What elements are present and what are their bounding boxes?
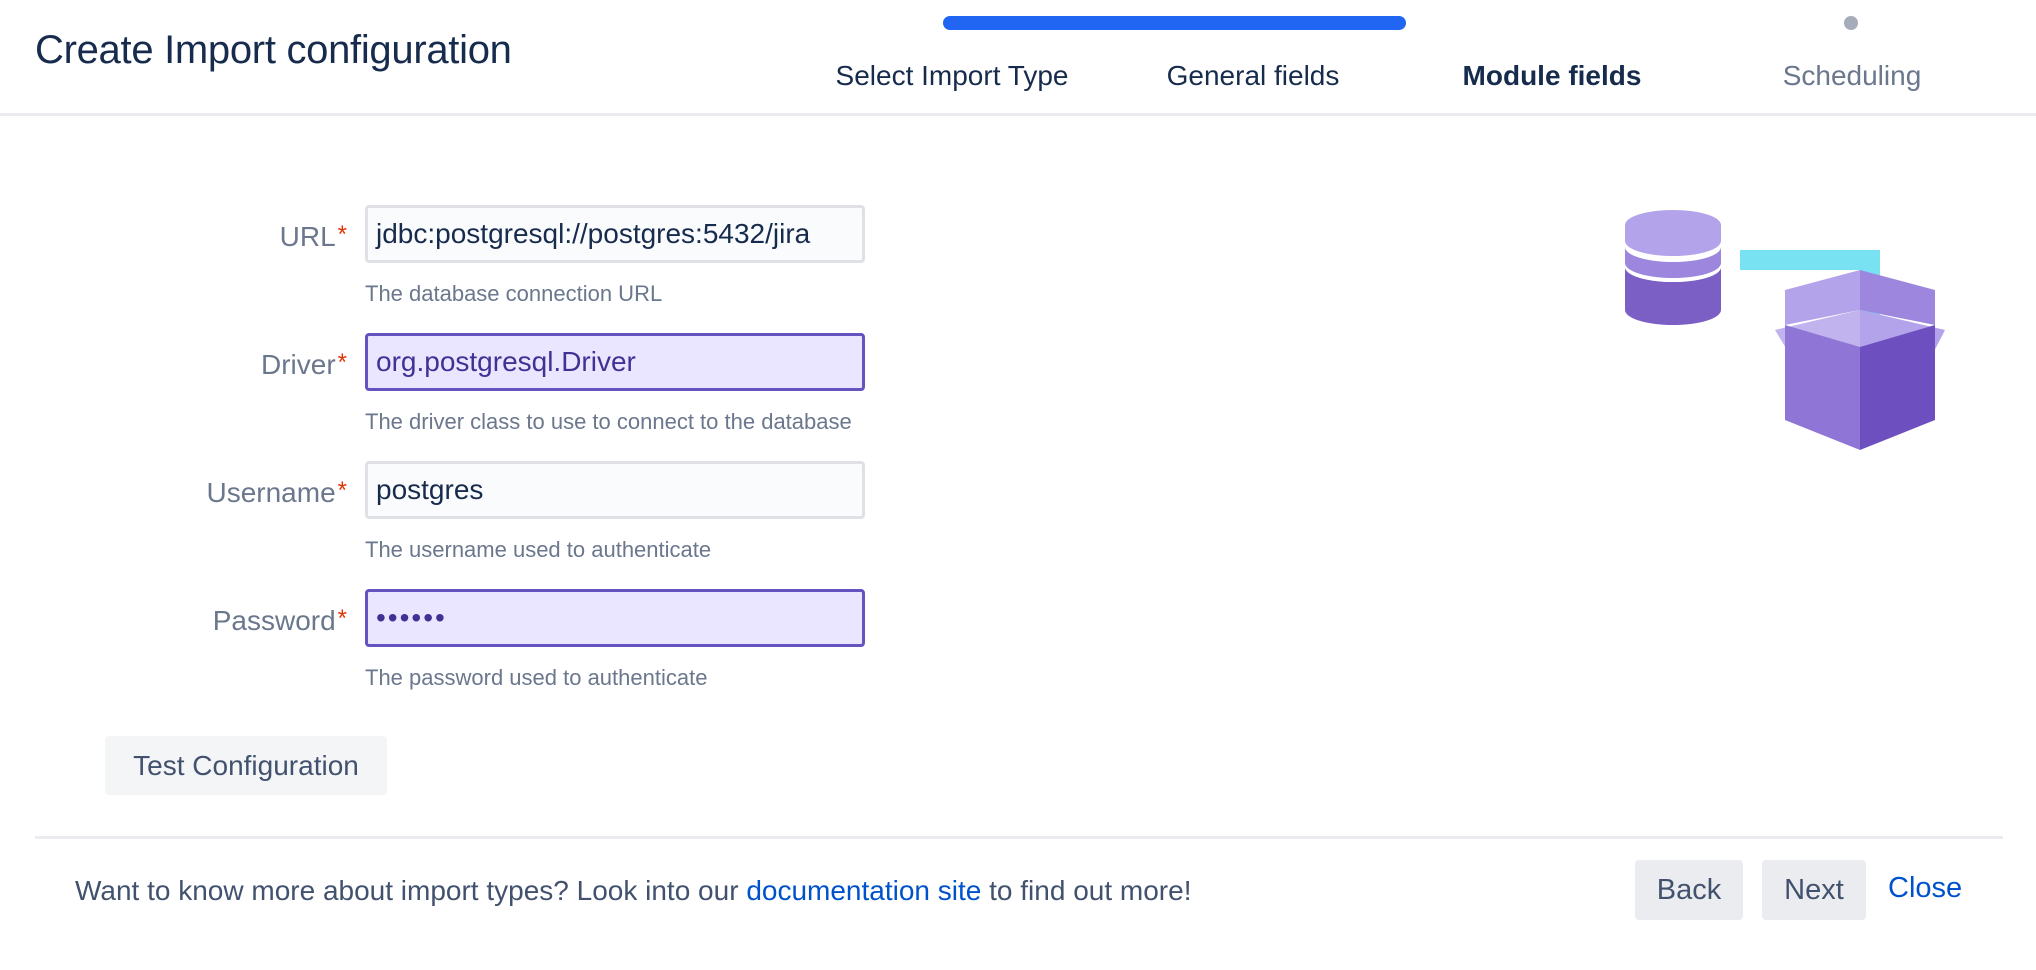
- progress-track: [943, 16, 1560, 30]
- open-box-icon: [1775, 270, 1945, 450]
- url-label: URL*: [279, 221, 347, 252]
- required-marker: *: [337, 349, 347, 376]
- password-label: Password*: [212, 605, 347, 636]
- step-scheduling: Scheduling: [1782, 60, 1922, 91]
- footer-divider: [35, 836, 2003, 839]
- step-select-import-type: Select Import Type: [835, 60, 1069, 91]
- username-input[interactable]: postgres: [365, 461, 865, 519]
- username-help-text: The username used to authenticate: [365, 537, 712, 562]
- driver-help-text: The driver class to use to connect to th…: [365, 409, 852, 434]
- password-help-text: The password used to authenticate: [365, 665, 708, 690]
- header: Create Import configuration Select Impor…: [0, 0, 2036, 116]
- driver-input[interactable]: org.postgresql.Driver: [365, 333, 865, 391]
- required-marker: *: [337, 221, 347, 248]
- step-general-fields: General fields: [1166, 60, 1340, 91]
- documentation-site-link[interactable]: documentation site: [746, 875, 981, 906]
- username-label: Username*: [206, 477, 347, 508]
- url-help-text: The database connection URL: [365, 281, 663, 306]
- url-input[interactable]: jdbc:postgresql://postgres:5432/jira: [365, 205, 865, 263]
- progress-step-dot: [1844, 16, 1858, 30]
- step-module-fields: Module fields: [1462, 60, 1642, 91]
- password-input[interactable]: ••••••: [365, 589, 865, 647]
- test-configuration-button[interactable]: Test Configuration: [105, 736, 387, 795]
- page-title: Create Import configuration: [35, 28, 512, 72]
- next-button[interactable]: Next: [1762, 860, 1866, 920]
- required-marker: *: [337, 605, 347, 632]
- database-icon: [1625, 210, 1721, 325]
- progress-fill: [943, 16, 1406, 30]
- footer-help-text: Want to know more about import types? Lo…: [75, 875, 1192, 906]
- close-button[interactable]: Close: [1888, 872, 1962, 905]
- back-button[interactable]: Back: [1635, 860, 1743, 920]
- required-marker: *: [337, 477, 347, 504]
- driver-label: Driver*: [260, 349, 347, 380]
- database-import-box-icon: [1625, 210, 1945, 450]
